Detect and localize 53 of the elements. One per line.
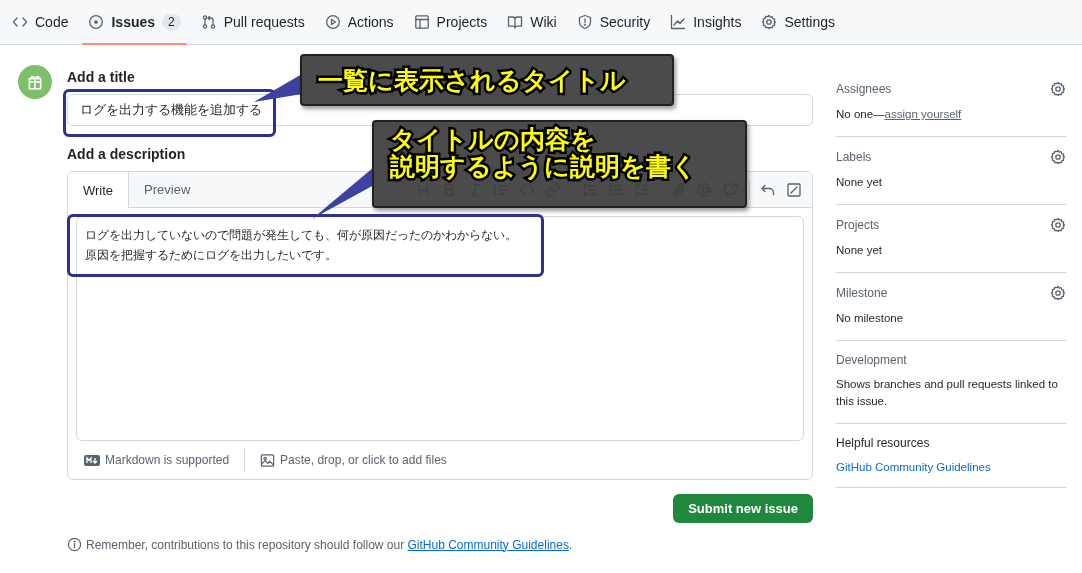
section-value: None yet <box>836 243 884 258</box>
section-heading: Projects <box>836 218 880 232</box>
shield-icon <box>576 14 593 30</box>
description-field[interactable]: ログを出力していないので問題が発生しても、何が原因だったのかわからない。 原因を把握するためにログを出力したいです。 <box>76 216 804 441</box>
nav-tab[interactable]: Code <box>2 0 79 44</box>
nav-tab[interactable]: Insights <box>660 0 752 44</box>
image-icon <box>260 452 276 468</box>
guidelines-notice: Remember, contributions to this repository should follow our GitHub Community Guidelines. <box>86 537 573 552</box>
nav-tab[interactable]: Pull requests <box>190 0 315 44</box>
info-icon <box>67 537 82 552</box>
editor-tab[interactable]: Preview <box>129 172 206 207</box>
settings-icon <box>1050 217 1066 233</box>
markdown-icon <box>84 454 100 466</box>
table-icon <box>413 14 430 30</box>
settings-icon <box>1050 149 1066 165</box>
count-badge: 2 <box>162 14 181 30</box>
description-label: Add a description <box>67 146 186 162</box>
issue-icon <box>88 14 105 30</box>
attach-files-button[interactable]: Paste, drop, or click to add files <box>260 452 447 468</box>
nav-tab[interactable]: Issues 2 <box>78 0 191 44</box>
settings-icon <box>1050 81 1066 97</box>
book-icon <box>507 14 524 30</box>
submit-button[interactable]: Submit new issue <box>673 494 813 523</box>
fullscreen-icon[interactable] <box>786 181 802 198</box>
pull-request-icon <box>200 14 217 30</box>
nav-tab[interactable]: Actions <box>314 0 404 44</box>
callout-text: 一覧に表示されるタイトル <box>318 66 626 94</box>
section-value: No one—assign yourself <box>836 107 963 122</box>
nav-tab[interactable]: Security <box>566 0 661 44</box>
guidelines-link[interactable]: GitHub Community Guidelines <box>836 461 991 473</box>
play-icon <box>324 14 341 30</box>
nav-tab[interactable]: Projects <box>403 0 498 44</box>
callout-text: タイトルの内容を <box>390 126 596 153</box>
gear-icon <box>761 14 778 30</box>
callout-text: 説明するように説明を書く <box>390 153 697 180</box>
section-heading: Labels <box>836 150 872 164</box>
section-heading: Helpful resources <box>836 436 930 450</box>
section-value: Shows branches and pull requests linked to this issue. <box>836 377 1059 409</box>
section-heading: Milestone <box>836 286 888 300</box>
avatar <box>18 65 52 99</box>
title-label: Add a title <box>67 69 135 85</box>
editor-tab[interactable]: Write <box>68 172 130 208</box>
section-heading: Development <box>836 353 907 367</box>
section-value: None yet <box>836 175 884 190</box>
markdown-note[interactable]: Markdown is supported <box>84 453 230 467</box>
nav-tab[interactable]: Wiki <box>497 0 567 44</box>
assign-link[interactable]: assign yourself <box>884 108 962 120</box>
nav-tab[interactable]: Settings <box>751 0 846 44</box>
settings-icon <box>1050 285 1066 301</box>
section-heading: Assignees <box>836 82 892 96</box>
graph-icon <box>670 14 687 30</box>
section-value: No milestone <box>836 311 905 326</box>
guidelines-link[interactable]: GitHub Community Guidelines <box>407 537 569 552</box>
